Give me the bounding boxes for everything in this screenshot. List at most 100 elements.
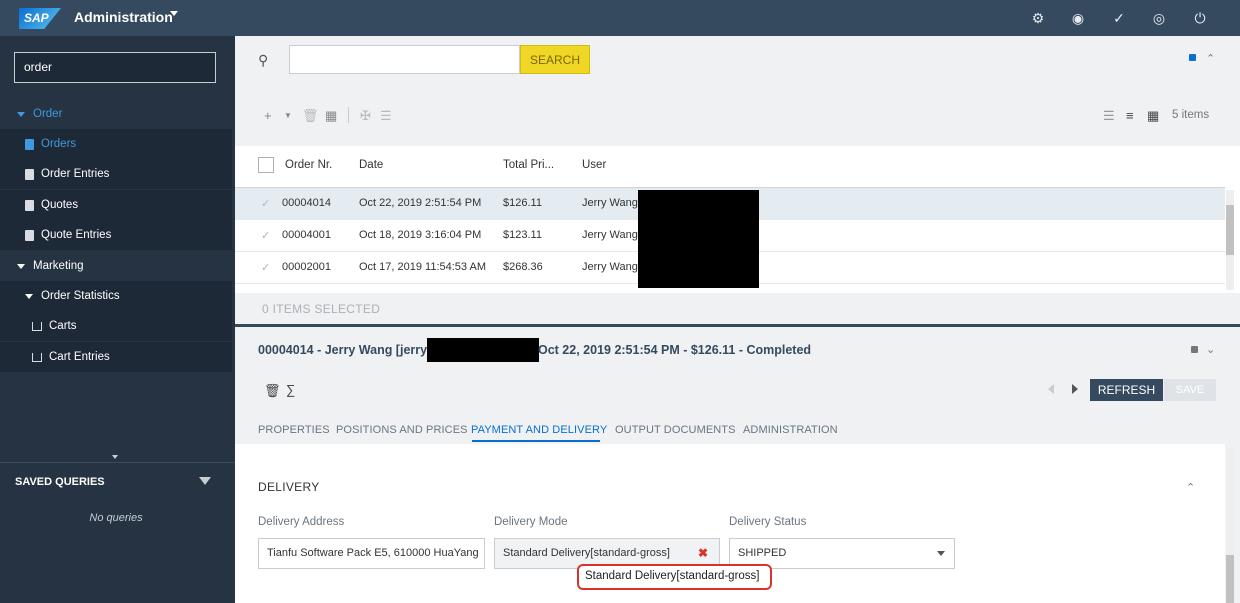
tab-output-documents[interactable]: OUTPUT DOCUMENTS: [615, 424, 736, 436]
redaction-box: [427, 338, 539, 362]
add-icon[interactable]: +: [264, 108, 272, 123]
delivery-address-label: Delivery Address: [258, 516, 345, 528]
tab-payment-and-delivery[interactable]: PAYMENT AND DELIVERY: [471, 424, 607, 436]
cart-icon: [32, 321, 42, 331]
chevron-down-icon: [25, 293, 33, 299]
cell-total: $123.11: [503, 229, 542, 241]
sidebar-item-label: Marketing: [33, 260, 84, 272]
sidebar-item-label: Order Statistics: [41, 290, 120, 302]
tab-properties[interactable]: PROPERTIES: [258, 424, 330, 436]
app-switcher-caret-icon[interactable]: [170, 11, 178, 16]
checklist-icon[interactable]: ✓: [1111, 10, 1127, 26]
column-header-total[interactable]: Total Pri...: [503, 159, 554, 171]
cell-order: 00002001: [282, 261, 331, 273]
no-queries-text: No queries: [89, 512, 143, 524]
items-selected-text: 0 ITEMS SELECTED: [262, 302, 381, 316]
chevron-down-icon[interactable]: ▼: [284, 111, 292, 120]
collapse-up-icon[interactable]: ⌃: [1206, 52, 1215, 65]
sidebar-item-quote-entries[interactable]: Quote Entries: [0, 220, 232, 250]
delete-icon[interactable]: 🗑: [302, 108, 319, 124]
collapse-caret-icon[interactable]: [112, 455, 118, 459]
delete-icon[interactable]: 🗑: [264, 383, 281, 399]
sum-icon[interactable]: ∑: [286, 382, 295, 397]
document-icon: [25, 229, 34, 241]
cell-date: Oct 18, 2019 3:16:04 PM: [359, 229, 482, 241]
detail-title-suffix: Oct 22, 2019 2:51:54 PM - $126.11 - Comp…: [538, 343, 812, 357]
filter-icon[interactable]: [199, 477, 211, 485]
chevron-down-icon[interactable]: [937, 551, 945, 556]
world-icon[interactable]: ◎: [1151, 10, 1167, 26]
sidebar-item-order-entries[interactable]: Order Entries: [0, 159, 232, 189]
column-header-date[interactable]: Date: [359, 159, 383, 171]
saved-queries-divider: [0, 462, 235, 463]
cell-date: Oct 17, 2019 11:54:53 AM: [359, 261, 486, 273]
select-all-checkbox[interactable]: [258, 157, 274, 173]
sidebar-item-label: Quotes: [41, 199, 79, 211]
toolbar-separator: [348, 107, 349, 123]
tab-positions-and-prices[interactable]: POSITIONS AND PRICES: [336, 424, 468, 436]
cell-date: Oct 22, 2019 2:51:54 PM: [359, 197, 482, 209]
sidebar-item-label: Quote Entries: [41, 229, 112, 241]
search-input[interactable]: [289, 45, 520, 74]
grid-view-icon[interactable]: ▦: [1147, 108, 1159, 123]
compare-icon[interactable]: ✠: [360, 108, 371, 124]
sidebar-item-orders[interactable]: Orders: [0, 129, 232, 159]
chevron-down-icon: [17, 263, 25, 269]
lock-icon[interactable]: [1189, 54, 1196, 61]
advanced-search-icon[interactable]: ⚲: [258, 52, 268, 69]
clear-icon[interactable]: ✖: [698, 546, 708, 560]
column-header-order[interactable]: Order Nr.: [285, 159, 332, 171]
sidebar-item-quotes[interactable]: Quotes: [0, 190, 232, 220]
cell-total: $268.36: [503, 261, 543, 273]
search-button[interactable]: SEARCH: [520, 45, 590, 74]
sidebar-item-label: Cart Entries: [49, 351, 110, 363]
document-icon: [25, 138, 34, 150]
refresh-button[interactable]: REFRESH: [1090, 379, 1163, 401]
list-edit-icon[interactable]: ☰: [380, 108, 392, 124]
document-icon: [25, 168, 34, 180]
export-icon[interactable]: ▦: [325, 108, 337, 124]
cell-user: Jerry Wang: [582, 261, 638, 273]
selection-bar: [235, 293, 1240, 324]
cell-total: $126.11: [503, 197, 542, 209]
row-check-icon: ✓: [261, 262, 271, 274]
active-tab-indicator: [472, 440, 600, 442]
cell-order: 00004014: [282, 197, 331, 209]
table-scrollbar-thumb[interactable]: [1226, 205, 1234, 255]
section-collapse-icon[interactable]: ⌃: [1186, 481, 1195, 494]
power-icon[interactable]: ⏻: [1192, 10, 1208, 26]
sidebar-item-label: Carts: [49, 320, 77, 332]
next-icon[interactable]: [1072, 384, 1078, 394]
sidebar-item-label: Order: [33, 108, 63, 120]
redaction-box: [638, 190, 759, 288]
cart-icon: [32, 352, 42, 362]
row-check-icon: ✓: [261, 230, 271, 242]
sidebar-item-order[interactable]: Order: [0, 99, 232, 129]
collapse-down-icon[interactable]: ⌄: [1206, 343, 1215, 356]
previous-icon[interactable]: [1048, 384, 1054, 394]
sidebar-item-marketing[interactable]: Marketing: [0, 251, 232, 281]
document-icon: [25, 199, 34, 211]
detail-title: 00004014 - Jerry Wang [jerry: [258, 343, 428, 357]
items-count: 5 items: [1172, 109, 1210, 121]
tree-view-icon[interactable]: ≡: [1126, 108, 1138, 123]
sidebar-item-carts[interactable]: Carts: [0, 311, 232, 341]
list-view-icon[interactable]: ☰: [1103, 108, 1115, 123]
lock-icon[interactable]: [1191, 346, 1198, 353]
app-title[interactable]: Administration: [74, 9, 173, 25]
tab-administration[interactable]: ADMINISTRATION: [743, 424, 838, 436]
cell-user: Jerry Wang: [582, 229, 638, 241]
user-settings-icon[interactable]: ⚙: [1030, 10, 1046, 26]
column-header-user[interactable]: User: [582, 159, 606, 171]
delivery-status-label: Delivery Status: [729, 516, 807, 528]
sidebar-item-cart-entries[interactable]: Cart Entries: [0, 342, 232, 372]
sidebar-item-order-statistics[interactable]: Order Statistics: [0, 281, 232, 311]
top-bar: SAP Administration ⚙ ◉ ✓ ◎ ⏻: [0, 0, 1240, 36]
sidebar-item-label: Orders: [41, 138, 77, 150]
detail-scrollbar-thumb[interactable]: [1226, 555, 1234, 603]
globe-icon[interactable]: ◉: [1070, 10, 1086, 26]
save-button[interactable]: SAVE: [1164, 379, 1216, 401]
delivery-mode-tooltip: Standard Delivery[standard-gross]: [577, 564, 772, 590]
delivery-address-field[interactable]: Tianfu Software Pack E5, 610000 HuaYang: [258, 538, 485, 569]
sidebar-search-input[interactable]: order: [14, 52, 216, 83]
